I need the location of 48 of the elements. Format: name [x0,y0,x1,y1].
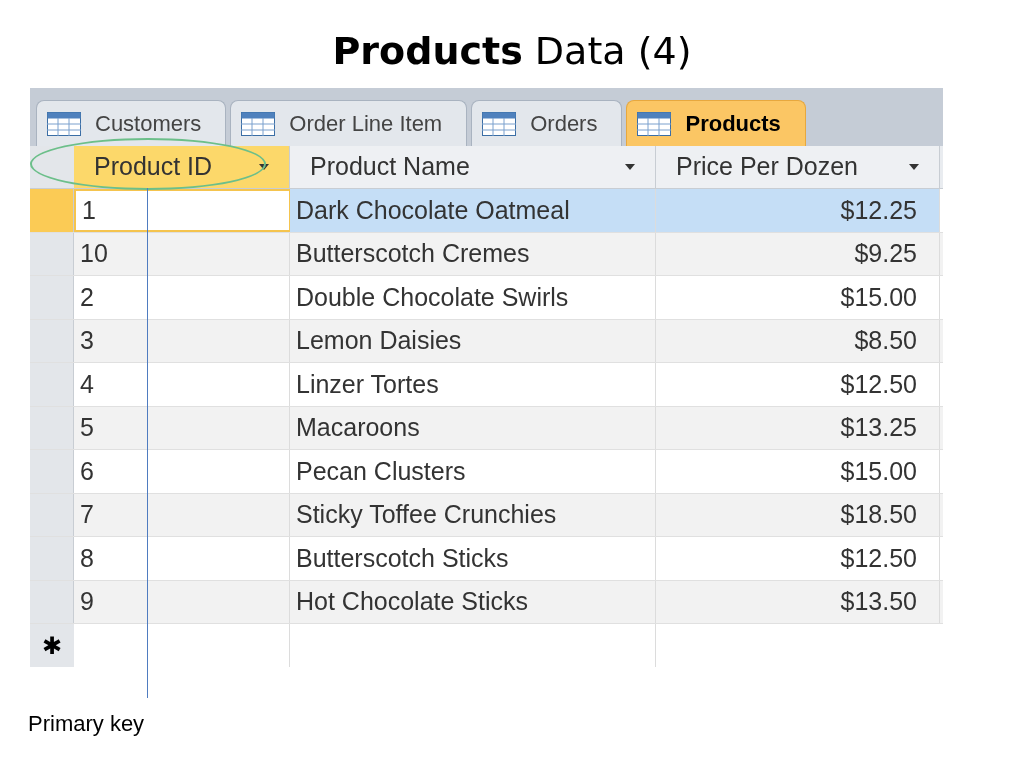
record-selector[interactable] [30,189,74,232]
table-cell: Macaroons [290,406,656,449]
table-cell: $12.50 [656,537,940,580]
table-cell: $12.25 [656,189,940,232]
select-all-corner[interactable] [30,146,74,188]
dropdown-arrow-icon[interactable] [909,164,919,170]
table-cell: $18.50 [656,493,940,536]
table-cell: Lemon Daisies [290,319,656,362]
tab[interactable]: Customers [36,100,227,146]
table-icon [47,111,81,136]
table-cell: $15.00 [656,450,940,493]
table-cell: $13.50 [656,580,940,623]
tab[interactable]: Orders [471,100,623,146]
table-cell: Butterscotch Cremes [290,232,656,275]
slide-title: Products Data (4) [332,28,692,75]
record-selector[interactable] [30,493,74,536]
table-icon [241,111,276,136]
table-cell: $13.25 [656,406,940,449]
table-cell: Pecan Clusters [290,450,656,493]
record-selector[interactable] [30,276,74,319]
record-selector[interactable] [30,537,74,580]
table-cell: Sticky Toffee Crunchies [290,493,656,536]
column-header[interactable]: Product ID [74,146,290,188]
table-cell: $8.50 [656,319,940,362]
record-selector[interactable] [30,450,74,493]
table-cell: Butterscotch Sticks [290,537,656,580]
table-icon [637,111,672,136]
annotation-label: Primary key [28,710,145,738]
tab[interactable]: Order Line Item [230,100,468,146]
dropdown-arrow-icon[interactable] [625,164,635,170]
new-record-marker: ✱ [42,630,62,661]
table-cell: Hot Chocolate Sticks [290,580,656,623]
record-selector[interactable] [30,363,74,406]
table-icon [482,111,517,136]
table-cell: $12.50 [656,363,940,406]
record-selector[interactable] [30,580,74,623]
record-selector[interactable] [30,406,74,449]
table-cell: Double Chocolate Swirls [290,276,656,319]
table-cell: $15.00 [656,276,940,319]
column-header[interactable]: Price Per Dozen [656,146,940,188]
column-header[interactable]: Product Name [290,146,656,188]
table-cell: $9.25 [656,232,940,275]
tab[interactable]: Products [626,100,806,146]
table-cell: Linzer Tortes [290,363,656,406]
table-cell: 1 [74,189,290,232]
table-cell: Dark Chocolate Oatmeal [290,189,656,232]
record-selector[interactable] [30,232,74,275]
record-selector[interactable] [30,319,74,362]
